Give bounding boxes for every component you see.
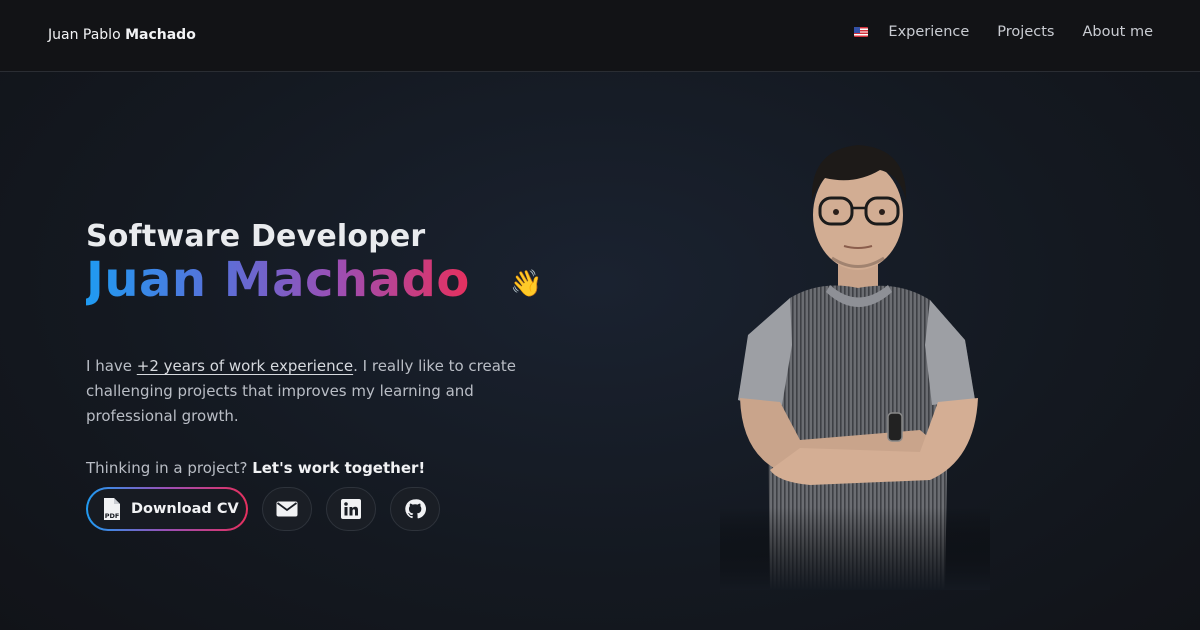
us-flag-icon[interactable]: [854, 27, 869, 37]
svg-text:PDF: PDF: [105, 512, 120, 520]
email-button[interactable]: [262, 487, 312, 531]
github-icon: [405, 499, 426, 519]
download-cv-button[interactable]: PDF Download CV: [86, 487, 248, 531]
hero-role: Software Developer: [86, 219, 426, 254]
brand-first-name: Juan Pablo: [48, 27, 121, 43]
download-cv-label: Download CV: [131, 501, 239, 517]
nav-experience[interactable]: Experience: [888, 24, 969, 40]
hero-actions: PDF Download CV: [86, 487, 440, 531]
hero-cta: Thinking in a project? Let's work togeth…: [86, 459, 425, 477]
brand-last-name: Machado: [125, 27, 196, 43]
site-header: Juan Pablo Machado Experience Projects A…: [0, 0, 1200, 72]
linkedin-icon: [341, 499, 361, 519]
waving-hand-icon: 👋: [510, 269, 543, 299]
intro-experience-highlight: +2 years of work experience: [136, 357, 354, 375]
main-nav: Experience Projects About me: [854, 24, 1153, 40]
cta-text: Thinking in a project?: [86, 459, 253, 477]
pdf-file-icon: PDF: [104, 498, 120, 520]
hero-name: Juan Machado: [86, 252, 470, 308]
linkedin-button[interactable]: [326, 487, 376, 531]
brand-logo[interactable]: Juan Pablo Machado: [48, 27, 196, 43]
envelope-icon: [276, 501, 298, 517]
nav-projects[interactable]: Projects: [997, 24, 1054, 40]
download-cv-button-inner: PDF Download CV: [88, 489, 246, 529]
portrait-photo: [720, 130, 990, 590]
hero-intro: I have +2 years of work experience. I re…: [86, 354, 546, 429]
nav-about-me[interactable]: About me: [1082, 24, 1153, 40]
intro-text-start: I have: [86, 357, 137, 375]
cta-bold-text: Let's work together!: [252, 459, 426, 477]
github-button[interactable]: [390, 487, 440, 531]
